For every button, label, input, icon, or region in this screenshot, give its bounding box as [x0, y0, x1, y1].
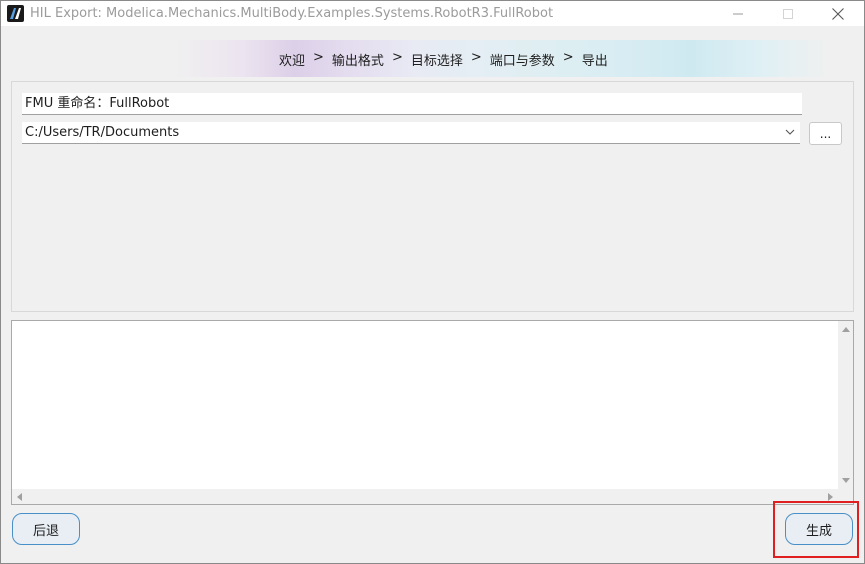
- close-icon: [832, 7, 844, 20]
- app-logo-icon: [7, 5, 24, 22]
- scroll-up-icon[interactable]: [842, 327, 850, 332]
- scrollbar-corner: [838, 489, 853, 504]
- chevron-down-icon[interactable]: [785, 127, 795, 137]
- horizontal-scrollbar[interactable]: [12, 489, 838, 504]
- scroll-down-icon[interactable]: [842, 478, 850, 483]
- window-title: HIL Export: Modelica.Mechanics.MultiBody…: [30, 6, 554, 21]
- breadcrumb-step-welcome: 欢迎: [279, 54, 306, 69]
- scroll-left-icon[interactable]: [17, 493, 22, 501]
- title-bar: HIL Export: Modelica.Mechanics.MultiBody…: [1, 1, 864, 26]
- breadcrumb-step-ports-params: 端口与参数: [489, 54, 555, 69]
- breadcrumb-step-target-selection: 目标选择: [410, 54, 463, 69]
- minimize-icon: [733, 13, 743, 14]
- output-path-combobox[interactable]: C:/Users/TR/Documents: [22, 122, 800, 144]
- minimize-button[interactable]: [715, 1, 761, 26]
- settings-panel: [11, 81, 854, 312]
- export-wizard-window: HIL Export: Modelica.Mechanics.MultiBody…: [0, 0, 865, 564]
- breadcrumb-separator: >: [313, 50, 324, 65]
- log-output-area[interactable]: [11, 320, 854, 505]
- breadcrumb-separator: >: [562, 50, 574, 65]
- breadcrumb-separator: >: [391, 50, 403, 65]
- scroll-right-icon[interactable]: [828, 493, 833, 501]
- output-path-value: C:/Users/TR/Documents: [25, 125, 180, 140]
- breadcrumb: 欢迎 > 输出格式 > 目标选择 > 端口与参数 > 导出: [279, 50, 608, 69]
- browse-button[interactable]: ...: [809, 122, 842, 145]
- breadcrumb-separator: >: [470, 50, 482, 65]
- back-button[interactable]: 后退: [12, 513, 80, 545]
- breadcrumb-step-export: 导出: [581, 54, 608, 69]
- close-button[interactable]: [815, 1, 861, 26]
- maximize-button[interactable]: [765, 1, 811, 26]
- maximize-icon: [783, 8, 793, 19]
- breadcrumb-step-output-format: 输出格式: [331, 54, 384, 69]
- fmu-rename-field[interactable]: FMU 重命名：FullRobot: [22, 93, 802, 115]
- vertical-scrollbar[interactable]: [838, 321, 853, 489]
- generate-button[interactable]: 生成: [785, 513, 853, 545]
- wizard-breadcrumb-banner: 欢迎 > 输出格式 > 目标选择 > 端口与参数 > 导出: [1, 40, 864, 77]
